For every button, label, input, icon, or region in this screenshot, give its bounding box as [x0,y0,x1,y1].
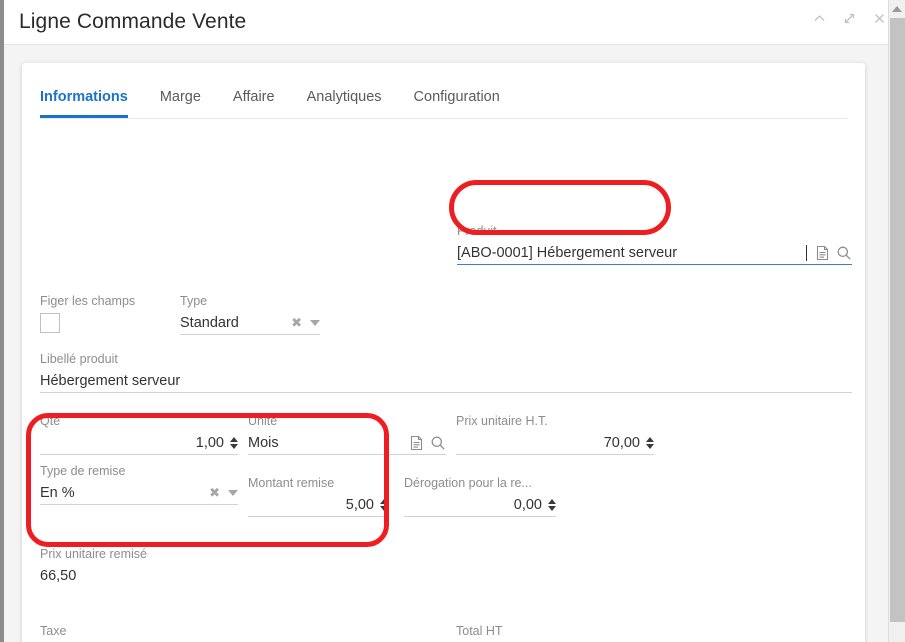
tab-configuration[interactable]: Configuration [414,85,500,115]
stepper-icon[interactable] [380,498,388,511]
field-produit-value: [ABO-0001] Hébergement serveur [457,244,678,261]
field-type-select[interactable]: Standard ✖ [180,311,320,335]
field-prix-remise-label: Prix unitaire remisé [40,547,147,561]
field-unite-label: Unité [248,414,278,428]
form-card: Informations Marge Affaire Analytiques C… [22,63,865,642]
clear-icon[interactable]: ✖ [209,486,220,499]
stepper-icon[interactable] [230,436,238,449]
field-produit-input[interactable]: [ABO-0001] Hébergement serveur [457,241,852,265]
page-title: Ligne Commande Vente [19,10,247,33]
dialog-body: Informations Marge Affaire Analytiques C… [4,45,898,642]
field-total-ht-label: Total HT [456,624,503,638]
window-titlebar: Ligne Commande Vente [4,0,898,45]
tab-informations[interactable]: Informations [40,85,128,118]
scrollbar-thumb[interactable] [890,18,905,622]
document-icon[interactable] [815,245,830,261]
document-icon[interactable] [409,435,424,451]
window-controls [811,10,888,27]
field-taxe: Taxe TVA Coll. (V) taux normal : 20.0000… [40,623,446,642]
vertical-scrollbar[interactable] [888,0,905,642]
chevron-down-icon[interactable] [228,489,238,496]
field-taxe-label: Taxe [40,624,67,638]
clear-icon[interactable]: ✖ [291,316,302,329]
field-figer-les-champs: Figer les champs [40,293,170,333]
tab-affaire[interactable]: Affaire [233,85,275,115]
tab-analytiques[interactable]: Analytiques [307,85,382,115]
field-libelle-input[interactable]: Hébergement serveur [40,369,852,393]
stepper-icon[interactable] [646,436,654,449]
expand-arrows-icon[interactable] [841,10,858,27]
field-type: Type Standard ✖ [180,293,320,335]
chevron-down-icon[interactable] [310,319,320,326]
close-icon[interactable] [871,10,888,27]
field-derogation-label: Dérogation pour la re... [404,476,532,490]
field-qte: Qté 1,00 [40,413,238,455]
field-produit-label: Produit [457,224,497,238]
field-prix-unitaire-input[interactable]: 70,00 [456,431,654,455]
dialog-window: Ligne Commande Vente Informations Marge … [0,0,898,642]
field-derogation-value: 0,00 [513,496,542,513]
field-libelle-value: Hébergement serveur [40,372,181,389]
field-qte-value: 1,00 [195,434,224,451]
field-libelle-label: Libellé produit [40,352,118,366]
field-montant-remise-value: 5,00 [345,496,374,513]
field-type-value: Standard [180,314,239,331]
field-unite-value: Mois [248,434,279,451]
figer-checkbox[interactable] [40,313,60,333]
search-icon[interactable] [430,435,446,451]
field-type-remise-value: En % [40,484,75,501]
field-unite: Unité Mois [248,413,446,455]
field-prix-unitaire-label: Prix unitaire H.T. [456,414,548,428]
tab-marge[interactable]: Marge [160,85,201,115]
field-libelle-produit: Libellé produit Hébergement serveur [40,351,852,393]
field-type-remise-label: Type de remise [40,464,126,478]
field-montant-remise-label: Montant remise [248,476,335,490]
field-qte-input[interactable]: 1,00 [40,431,238,455]
field-prix-unitaire-value: 70,00 [603,434,640,451]
field-qte-label: Qté [40,414,61,428]
field-prix-unitaire-ht: Prix unitaire H.T. 70,00 [456,413,654,455]
field-derogation: Dérogation pour la re... 0,00 [404,475,556,517]
field-montant-remise-input[interactable]: 5,00 [248,493,388,517]
field-derogation-input[interactable]: 0,00 [404,493,556,517]
field-type-label: Type [180,294,208,308]
field-figer-label: Figer les champs [40,294,136,308]
field-total-ht: Total HT 66,50 [456,623,654,642]
field-produit: Produit [ABO-0001] Hébergement serveur [457,223,852,265]
field-type-remise-select[interactable]: En % ✖ [40,481,238,505]
field-prix-unitaire-remise: Prix unitaire remisé 66,50 [40,546,238,588]
field-type-de-remise: Type de remise En % ✖ [40,463,238,505]
chevron-up-icon[interactable] [811,10,828,27]
tab-bar: Informations Marge Affaire Analytiques C… [40,85,847,119]
scroll-up-arrow-icon[interactable] [889,0,905,17]
field-prix-remise-value: 66,50 [40,568,77,584]
field-prix-remise-value-wrap: 66,50 [40,564,238,588]
stepper-icon[interactable] [548,498,556,511]
search-icon[interactable] [836,245,852,261]
text-caret [806,244,807,261]
field-unite-input[interactable]: Mois [248,431,446,455]
field-montant-remise: Montant remise 5,00 [248,475,388,517]
